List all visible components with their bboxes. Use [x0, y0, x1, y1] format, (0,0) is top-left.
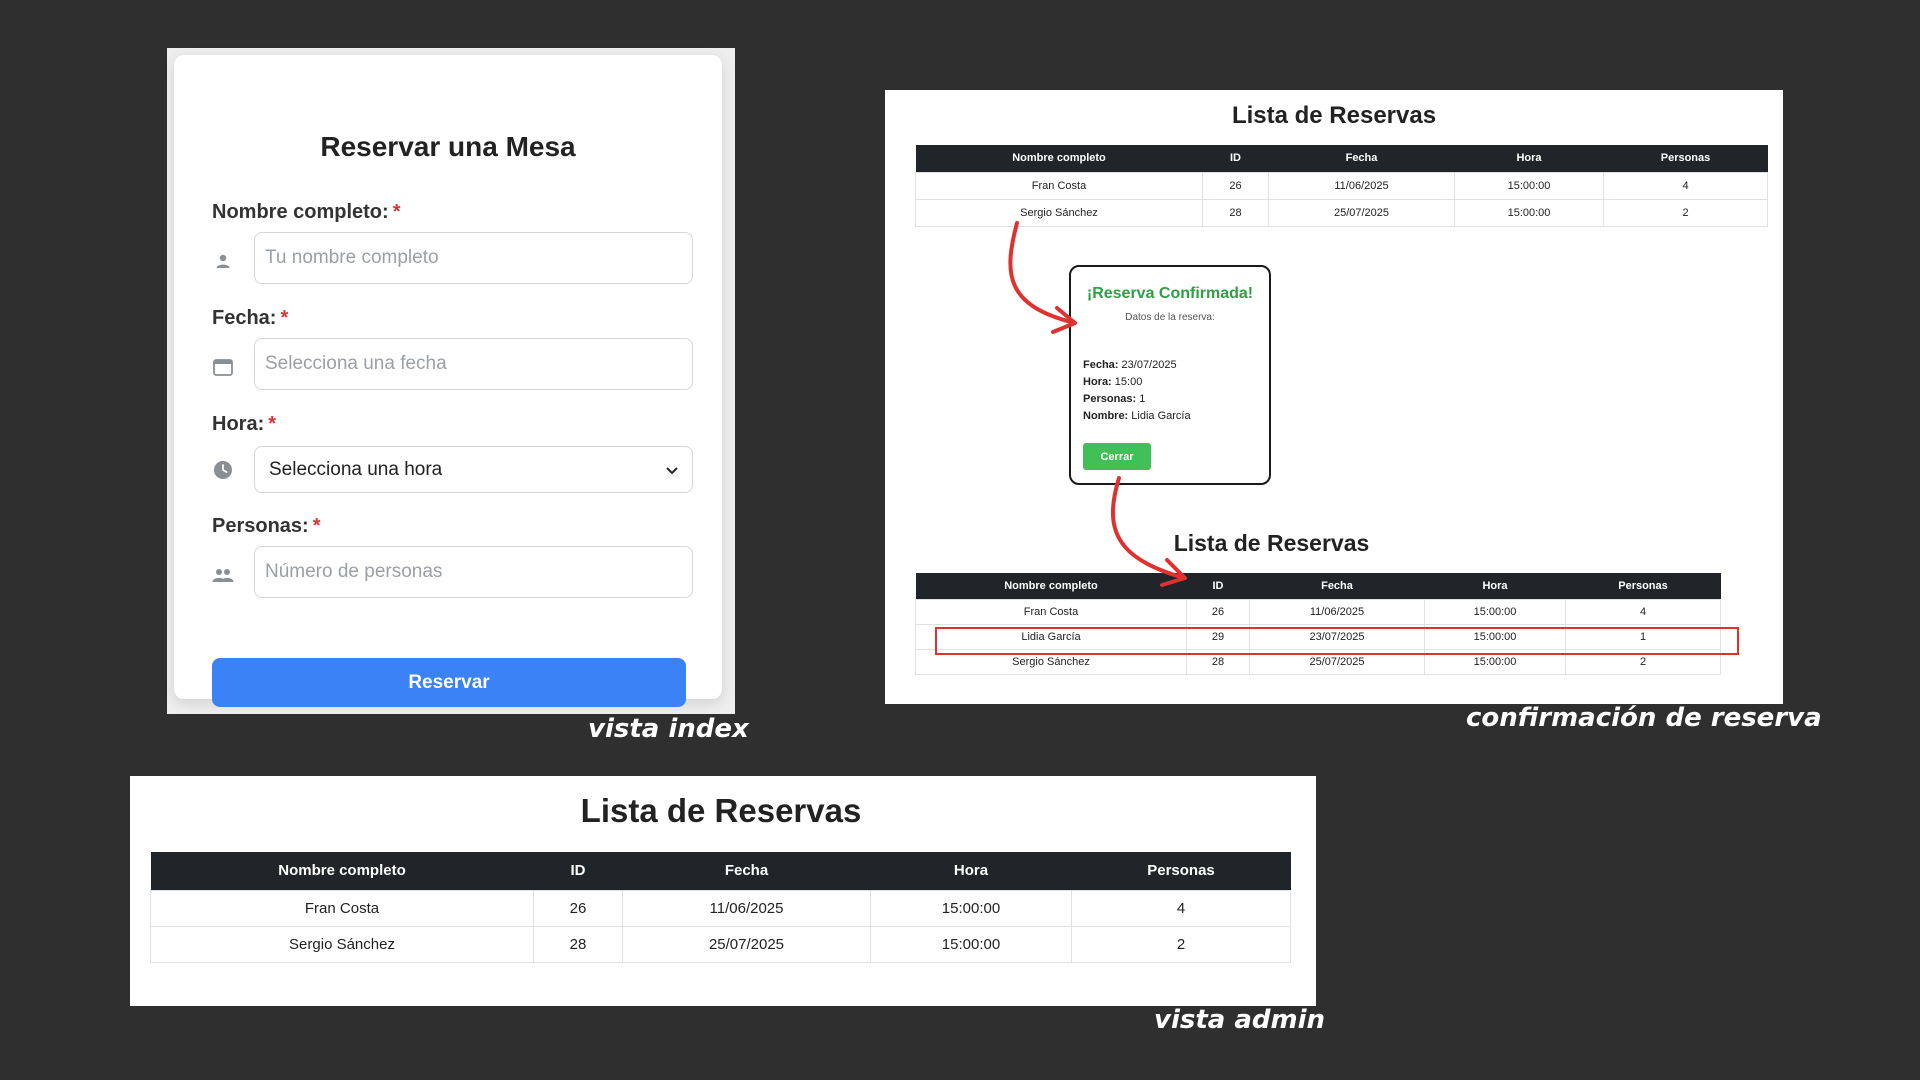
reserve-button[interactable]: Reservar	[212, 658, 686, 707]
table-cell: 11/06/2025	[622, 889, 871, 927]
index-view-screenshot: Reservar una Mesa Nombre completo:* Fech…	[167, 48, 735, 714]
arrow-to-modal-icon	[1008, 221, 1077, 334]
required-mark: *	[268, 413, 277, 435]
confirmation-view-screenshot: Lista de Reservas Nombre completo ID Fec…	[885, 90, 1783, 704]
required-mark: *	[392, 201, 401, 223]
time-label: Hora: *	[212, 413, 277, 435]
caption-admin: vista admin	[1154, 1005, 1326, 1035]
table-header-row: Nombre completo ID Fecha Hora Personas	[150, 852, 1291, 890]
admin-list-title: Lista de Reservas	[580, 792, 862, 829]
annotation-arrows	[1008, 221, 1187, 587]
table-row: Sergio Sánchez 28 25/07/2025 15:00:00 2	[150, 925, 1291, 963]
date-input[interactable]	[254, 338, 693, 390]
caption-index: vista index	[588, 714, 749, 744]
user-icon	[212, 250, 234, 272]
arrow-to-new-row-icon	[1110, 476, 1187, 587]
header-cell: Fecha	[622, 852, 871, 890]
table-cell: 25/07/2025	[622, 925, 871, 963]
name-input[interactable]	[254, 232, 693, 284]
time-select[interactable]: Selecciona una hora	[254, 446, 693, 493]
people-input[interactable]	[254, 546, 693, 598]
table-cell: 15:00:00	[870, 925, 1072, 963]
admin-reservations-table: Nombre completo ID Fecha Hora Personas F…	[150, 852, 1291, 963]
users-icon	[212, 564, 234, 586]
reservation-form-card: Reservar una Mesa Nombre completo:* Fech…	[174, 55, 722, 707]
table-cell: 28	[533, 925, 623, 963]
chevron-down-icon	[666, 459, 678, 481]
table-cell: Fran Costa	[150, 889, 534, 927]
table-cell: 4	[1071, 889, 1291, 927]
required-mark: *	[312, 515, 321, 537]
clock-icon	[212, 459, 234, 481]
admin-view-screenshot: Lista de Reservas Nombre completo ID Fec…	[130, 776, 1316, 1006]
header-cell: Personas	[1071, 852, 1291, 890]
date-label: Fecha: *	[212, 307, 289, 329]
table-cell: 2	[1071, 925, 1291, 963]
calendar-icon	[212, 356, 234, 378]
table-cell: Sergio Sánchez	[150, 925, 534, 963]
header-cell: Hora	[870, 852, 1072, 890]
caption-confirmation: confirmación de reserva	[1466, 703, 1822, 733]
name-label: Nombre completo: *	[212, 201, 401, 223]
people-label: Personas: *	[212, 515, 321, 537]
header-cell: ID	[533, 852, 623, 890]
form-title: Reservar una Mesa	[320, 131, 576, 162]
header-cell: Nombre completo	[150, 852, 534, 890]
required-mark: *	[280, 307, 289, 329]
table-row: Fran Costa 26 11/06/2025 15:00:00 4	[150, 889, 1291, 927]
table-cell: 26	[533, 889, 623, 927]
time-select-value: Selecciona una hora	[269, 458, 443, 480]
table-cell: 15:00:00	[870, 889, 1072, 927]
